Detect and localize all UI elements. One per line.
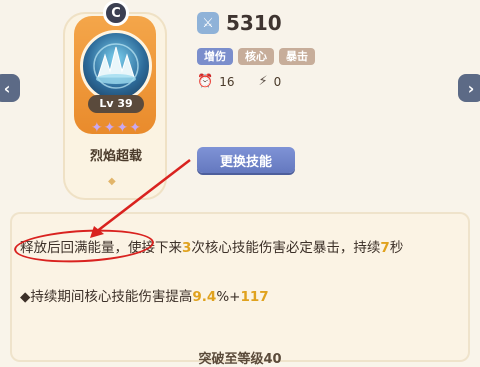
annotation-arrow <box>90 159 191 238</box>
breakthrough-label: 突破至等级40 <box>198 352 282 367</box>
